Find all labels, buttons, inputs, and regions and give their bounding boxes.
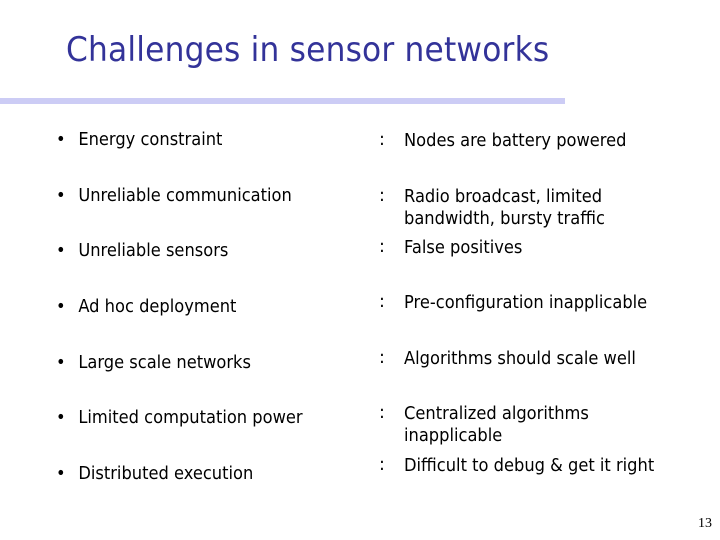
challenge-description: Pre-configuration inapplicable bbox=[404, 292, 647, 314]
bullet-icon: • bbox=[56, 464, 66, 484]
challenge-description: Algorithms should scale well bbox=[404, 348, 636, 370]
bullet-icon: • bbox=[56, 353, 66, 373]
separator-colon: : bbox=[379, 455, 385, 475]
challenge-label: Unreliable communication bbox=[78, 186, 292, 206]
challenge-description: False positives bbox=[404, 237, 522, 259]
challenge-item: • Energy constraint bbox=[56, 130, 222, 150]
challenge-label: Large scale networks bbox=[78, 353, 251, 373]
challenge-label: Limited computation power bbox=[78, 408, 303, 428]
description-line: Pre-configuration inapplicable bbox=[404, 293, 648, 313]
description-line: False positives bbox=[404, 238, 523, 258]
bullet-icon: • bbox=[56, 186, 66, 206]
challenge-item: • Distributed execution bbox=[56, 464, 253, 484]
separator-colon: : bbox=[379, 130, 385, 150]
slide-title: Challenges in sensor networks bbox=[66, 30, 550, 70]
challenge-description: Nodes are battery powered bbox=[404, 130, 626, 152]
separator-colon: : bbox=[379, 403, 385, 423]
description-line: Algorithms should scale well bbox=[404, 349, 636, 369]
challenge-item: • Limited computation power bbox=[56, 408, 303, 428]
challenge-description: Radio broadcast, limited bandwidth, burs… bbox=[404, 186, 605, 230]
separator-colon: : bbox=[379, 237, 385, 257]
separator-colon: : bbox=[379, 186, 385, 206]
challenge-label: Distributed execution bbox=[78, 464, 254, 484]
description-line: Difficult to debug & get it right bbox=[404, 456, 655, 476]
bullet-icon: • bbox=[56, 241, 66, 261]
description-line: Centralized algorithms bbox=[404, 404, 589, 424]
challenge-item: • Large scale networks bbox=[56, 353, 251, 373]
description-line: bandwidth, bursty traffic bbox=[404, 209, 605, 229]
page-number: 13 bbox=[698, 516, 712, 531]
challenge-label: Unreliable sensors bbox=[78, 241, 229, 261]
description-line: Radio broadcast, limited bbox=[404, 187, 603, 207]
challenge-item: • Unreliable sensors bbox=[56, 241, 228, 261]
challenge-item: • Unreliable communication bbox=[56, 186, 292, 206]
bullet-icon: • bbox=[56, 297, 66, 317]
bullet-icon: • bbox=[56, 408, 66, 428]
description-line: inapplicable bbox=[404, 426, 503, 446]
challenge-description: Difficult to debug & get it right bbox=[404, 455, 654, 477]
bullet-icon: • bbox=[56, 130, 66, 150]
challenge-item: • Ad hoc deployment bbox=[56, 297, 236, 317]
separator-colon: : bbox=[379, 348, 385, 368]
separator-colon: : bbox=[379, 292, 385, 312]
title-underline-divider bbox=[0, 98, 565, 104]
challenge-label: Energy constraint bbox=[78, 130, 223, 150]
description-line: Nodes are battery powered bbox=[404, 131, 627, 151]
challenge-description: Centralized algorithms inapplicable bbox=[404, 403, 589, 447]
challenge-label: Ad hoc deployment bbox=[78, 297, 237, 317]
